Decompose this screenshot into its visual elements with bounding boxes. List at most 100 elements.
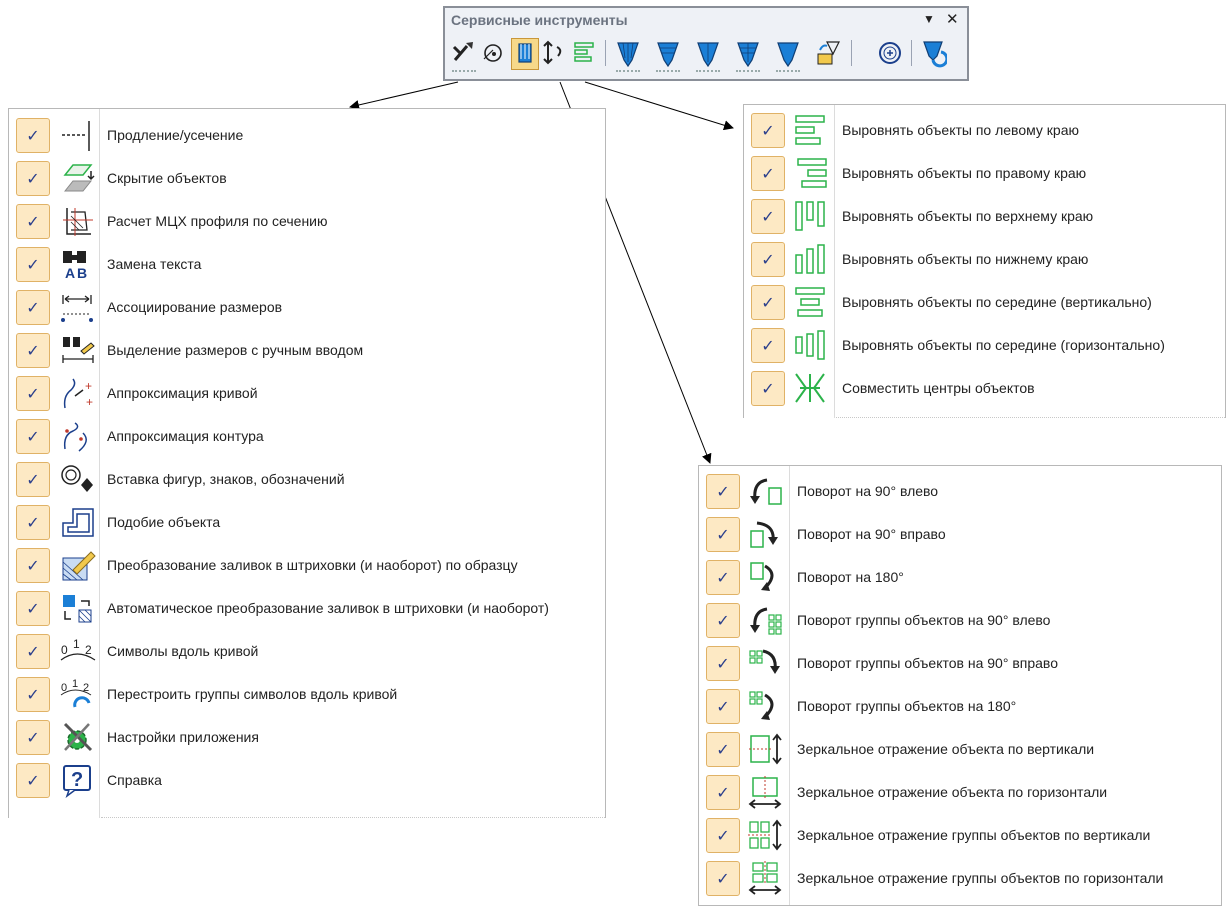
checkbox[interactable]: ✓ bbox=[706, 474, 740, 509]
rebuild-symbols-icon: 012 bbox=[59, 677, 97, 712]
checkbox[interactable]: ✓ bbox=[751, 156, 785, 191]
checkbox[interactable]: ✓ bbox=[16, 462, 50, 497]
menu-item-app-settings[interactable]: ✓ Настройки приложения bbox=[9, 716, 605, 759]
checkbox[interactable]: ✓ bbox=[16, 591, 50, 626]
checkbox[interactable]: ✓ bbox=[706, 560, 740, 595]
menu-item-label: Справка bbox=[107, 772, 162, 788]
checkbox[interactable]: ✓ bbox=[751, 328, 785, 363]
rotate-flip-icon[interactable] bbox=[541, 38, 567, 68]
checkbox[interactable]: ✓ bbox=[16, 763, 50, 798]
checkbox[interactable]: ✓ bbox=[16, 419, 50, 454]
menu-item-label: Совместить центры объектов bbox=[842, 380, 1035, 396]
checkbox[interactable]: ✓ bbox=[16, 376, 50, 411]
checkbox[interactable]: ✓ bbox=[706, 775, 740, 810]
menu-item-align-right[interactable]: ✓ Выровнять объекты по правому краю bbox=[744, 152, 1225, 195]
svg-text:?: ? bbox=[71, 769, 83, 791]
rotate-180-icon bbox=[747, 560, 785, 595]
menu-item-rebuild-symbols[interactable]: ✓ 012 Перестроить группы символов вдоль … bbox=[9, 673, 605, 716]
menu-item-object-similarity[interactable]: ✓ Подобие объекта bbox=[9, 501, 605, 544]
checkbox[interactable]: ✓ bbox=[16, 204, 50, 239]
menu-item-fill-to-hatch-sample[interactable]: ✓ Преобразование заливок в штриховки (и … bbox=[9, 544, 605, 587]
checkbox[interactable]: ✓ bbox=[16, 161, 50, 196]
checkbox[interactable]: ✓ bbox=[16, 505, 50, 540]
toolbar-menu-arrow-icon[interactable]: ▼ bbox=[923, 12, 935, 26]
checkbox[interactable]: ✓ bbox=[706, 732, 740, 767]
checkbox[interactable]: ✓ bbox=[706, 861, 740, 896]
funnel-icon-1[interactable] bbox=[615, 38, 641, 68]
funnel-icon-2[interactable] bbox=[655, 38, 681, 68]
menu-item-help[interactable]: ✓ ? Справка bbox=[9, 759, 605, 802]
menu-item-mirror-horizontal[interactable]: ✓ Зеркальное отражение объекта по горизо… bbox=[699, 771, 1221, 814]
approximate-curve-icon: + + bbox=[59, 376, 97, 411]
menu-item-insert-shapes[interactable]: ✓ Вставка фигур, знаков, обозначений bbox=[9, 458, 605, 501]
menu-item-align-left[interactable]: ✓ Выровнять объекты по левому краю bbox=[744, 109, 1225, 152]
checkbox[interactable]: ✓ bbox=[751, 285, 785, 320]
section-profile-icon bbox=[59, 204, 97, 239]
menu-item-replace-text[interactable]: ✓ AB Замена текста bbox=[9, 243, 605, 286]
svg-text:A: A bbox=[65, 265, 75, 281]
menu-item-rotate-group-90-left[interactable]: ✓ Поворот группы объектов на 90° влево bbox=[699, 599, 1221, 642]
checkbox[interactable]: ✓ bbox=[751, 113, 785, 148]
menu-item-label: Зеркальное отражение группы объектов по … bbox=[797, 870, 1164, 886]
menu-item-approximate-contour[interactable]: ✓ Аппроксимация контура bbox=[9, 415, 605, 458]
menu-item-align-top[interactable]: ✓ Выровнять объекты по верхнему краю bbox=[744, 195, 1225, 238]
funnel-refresh-icon[interactable] bbox=[921, 38, 947, 68]
funnel-icon-3[interactable] bbox=[695, 38, 721, 68]
toolbar-close-icon[interactable]: ✕ bbox=[946, 10, 959, 28]
mirror-horizontal-icon bbox=[747, 775, 785, 810]
align-rotate-selected-icon[interactable] bbox=[511, 38, 539, 70]
menu-item-associate-dimensions[interactable]: ✓ Ассоциирование размеров bbox=[9, 286, 605, 329]
checkbox[interactable]: ✓ bbox=[16, 290, 50, 325]
shapes-icon[interactable] bbox=[481, 38, 507, 68]
menu-item-hide-objects[interactable]: ✓ Скрытие объектов bbox=[9, 157, 605, 200]
menu-item-mirror-group-horizontal[interactable]: ✓ Зеркальное отражение группы объектов п… bbox=[699, 857, 1221, 900]
menu-item-align-bottom[interactable]: ✓ Выровнять объекты по нижнему краю bbox=[744, 238, 1225, 281]
checkbox[interactable]: ✓ bbox=[706, 517, 740, 552]
funnel-icon-4[interactable] bbox=[735, 38, 761, 68]
menu-item-extend-trim[interactable]: ✓ Продление/усечение bbox=[9, 114, 605, 157]
menu-item-rotate-90-right[interactable]: ✓ Поворот на 90° вправо bbox=[699, 513, 1221, 556]
menu-item-label: Аппроксимация контура bbox=[107, 428, 264, 444]
center-circle-icon[interactable] bbox=[877, 38, 903, 68]
checkbox[interactable]: ✓ bbox=[706, 603, 740, 638]
menu-item-align-middle-vertical[interactable]: ✓ Выровнять объекты по середине (вертика… bbox=[744, 281, 1225, 324]
checkbox[interactable]: ✓ bbox=[16, 548, 50, 583]
menu-item-align-centers[interactable]: ✓ Совместить центры объектов bbox=[744, 367, 1225, 410]
symbols-along-curve-icon: 012 bbox=[59, 634, 97, 669]
align-objects-icon[interactable] bbox=[571, 38, 597, 68]
checkbox[interactable]: ✓ bbox=[706, 689, 740, 724]
menu-item-mirror-group-vertical[interactable]: ✓ Зеркальное отражение группы объектов п… bbox=[699, 814, 1221, 857]
checkbox[interactable]: ✓ bbox=[16, 634, 50, 669]
checkbox[interactable]: ✓ bbox=[16, 333, 50, 368]
menu-item-select-manual-dimensions[interactable]: ✓ Выделение размеров с ручным вводом bbox=[9, 329, 605, 372]
checkbox[interactable]: ✓ bbox=[751, 371, 785, 406]
menu-item-align-middle-horizontal[interactable]: ✓ Выровнять объекты по середине (горизон… bbox=[744, 324, 1225, 367]
menu-item-rotate-180[interactable]: ✓ Поворот на 180° bbox=[699, 556, 1221, 599]
align-middle-vertical-icon bbox=[792, 285, 830, 320]
mirror-group-horizontal-icon bbox=[747, 861, 785, 896]
funnel-edit-icon[interactable] bbox=[815, 38, 841, 68]
menu-item-section-profile[interactable]: ✓ Расчет МЦХ профиля по сечению bbox=[9, 200, 605, 243]
align-bottom-icon bbox=[792, 242, 830, 277]
checkbox[interactable]: ✓ bbox=[751, 199, 785, 234]
checkbox[interactable]: ✓ bbox=[751, 242, 785, 277]
checkbox[interactable]: ✓ bbox=[16, 247, 50, 282]
hide-objects-icon bbox=[59, 161, 97, 196]
checkbox[interactable]: ✓ bbox=[16, 118, 50, 153]
menu-item-rotate-90-left[interactable]: ✓ Поворот на 90° влево bbox=[699, 470, 1221, 513]
menu-item-fill-to-hatch-auto[interactable]: ✓ Автоматическое преобразование заливок … bbox=[9, 587, 605, 630]
menu-item-rotate-group-90-right[interactable]: ✓ Поворот группы объектов на 90° вправо bbox=[699, 642, 1221, 685]
tools-icon[interactable] bbox=[451, 38, 477, 68]
menu-item-approximate-curve[interactable]: ✓ + + Аппроксимация кривой bbox=[9, 372, 605, 415]
menu-item-label: Расчет МЦХ профиля по сечению bbox=[107, 213, 328, 229]
checkbox[interactable]: ✓ bbox=[16, 720, 50, 755]
menu-item-mirror-vertical[interactable]: ✓ Зеркальное отражение объекта по вертик… bbox=[699, 728, 1221, 771]
checkbox[interactable]: ✓ bbox=[706, 818, 740, 853]
menu-item-label: Продление/усечение bbox=[107, 127, 244, 143]
checkbox[interactable]: ✓ bbox=[16, 677, 50, 712]
menu-item-rotate-group-180[interactable]: ✓ Поворот группы объектов на 180° bbox=[699, 685, 1221, 728]
menu-item-symbols-along-curve[interactable]: ✓ 012 Символы вдоль кривой bbox=[9, 630, 605, 673]
menu-item-label: Поворот на 90° вправо bbox=[797, 526, 946, 542]
checkbox[interactable]: ✓ bbox=[706, 646, 740, 681]
funnel-icon-5[interactable] bbox=[775, 38, 801, 68]
